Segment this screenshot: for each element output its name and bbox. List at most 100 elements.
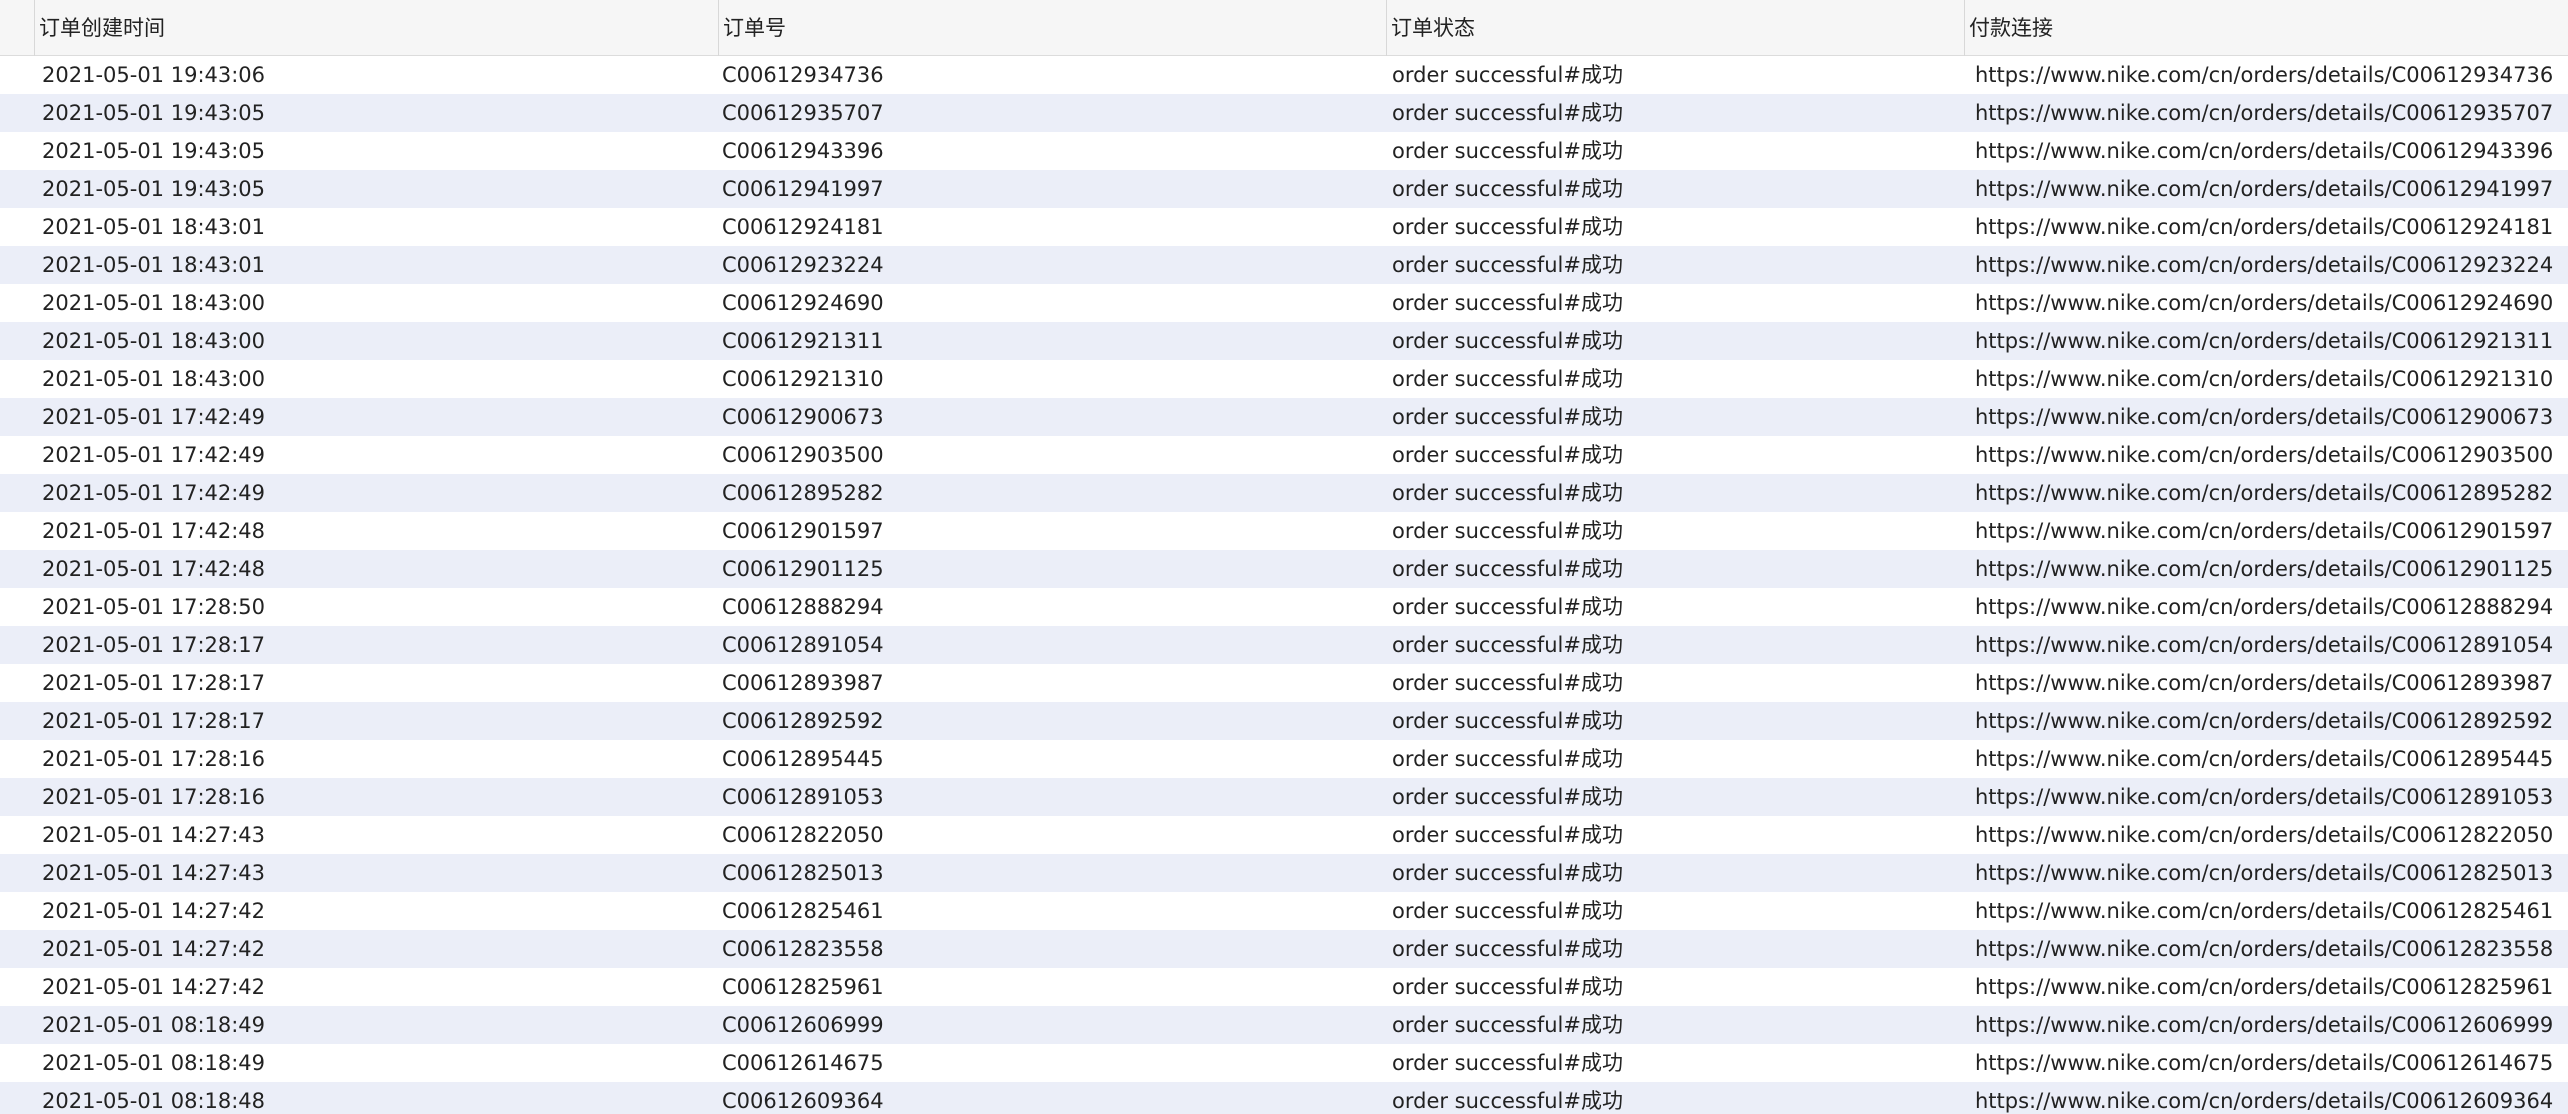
cell-order-number[interactable]: C00612924181 bbox=[722, 208, 1382, 246]
cell-order-number[interactable]: C00612891054 bbox=[722, 626, 1382, 664]
cell-order-status[interactable]: order successful#成功 bbox=[1392, 474, 1962, 512]
cell-created-time[interactable]: 2021-05-01 18:43:00 bbox=[42, 322, 712, 360]
cell-order-number[interactable]: C00612921310 bbox=[722, 360, 1382, 398]
cell-created-time[interactable]: 2021-05-01 14:27:43 bbox=[42, 854, 712, 892]
cell-order-status[interactable]: order successful#成功 bbox=[1392, 398, 1962, 436]
cell-order-status[interactable]: order successful#成功 bbox=[1392, 1006, 1962, 1044]
cell-order-status[interactable]: order successful#成功 bbox=[1392, 284, 1962, 322]
cell-payment-link[interactable]: https://www.nike.com/cn/orders/details/C… bbox=[1975, 550, 2568, 588]
cell-order-number[interactable]: C00612900673 bbox=[722, 398, 1382, 436]
cell-order-status[interactable]: order successful#成功 bbox=[1392, 626, 1962, 664]
table-row[interactable]: 2021-05-01 08:18:49 C00612606999 order suc… bbox=[0, 1006, 2568, 1044]
cell-created-time[interactable]: 2021-05-01 17:28:17 bbox=[42, 626, 712, 664]
cell-created-time[interactable]: 2021-05-01 17:28:50 bbox=[42, 588, 712, 626]
cell-created-time[interactable]: 2021-05-01 17:42:49 bbox=[42, 398, 712, 436]
column-header-payment-link[interactable]: 付款连接 bbox=[1964, 0, 2568, 56]
cell-order-status[interactable]: order successful#成功 bbox=[1392, 778, 1962, 816]
cell-order-number[interactable]: C00612822050 bbox=[722, 816, 1382, 854]
cell-payment-link[interactable]: https://www.nike.com/cn/orders/details/C… bbox=[1975, 208, 2568, 246]
cell-order-number[interactable]: C00612825961 bbox=[722, 968, 1382, 1006]
cell-created-time[interactable]: 2021-05-01 08:18:49 bbox=[42, 1044, 712, 1082]
cell-payment-link[interactable]: https://www.nike.com/cn/orders/details/C… bbox=[1975, 284, 2568, 322]
table-row[interactable]: 2021-05-01 18:43:00 C00612921311 order suc… bbox=[0, 322, 2568, 360]
cell-payment-link[interactable]: https://www.nike.com/cn/orders/details/C… bbox=[1975, 132, 2568, 170]
cell-payment-link[interactable]: https://www.nike.com/cn/orders/details/C… bbox=[1975, 1082, 2568, 1114]
cell-order-number[interactable]: C00612823558 bbox=[722, 930, 1382, 968]
cell-created-time[interactable]: 2021-05-01 17:42:49 bbox=[42, 474, 712, 512]
cell-created-time[interactable]: 2021-05-01 19:43:05 bbox=[42, 132, 712, 170]
cell-created-time[interactable]: 2021-05-01 17:42:49 bbox=[42, 436, 712, 474]
cell-payment-link[interactable]: https://www.nike.com/cn/orders/details/C… bbox=[1975, 968, 2568, 1006]
cell-payment-link[interactable]: https://www.nike.com/cn/orders/details/C… bbox=[1975, 1044, 2568, 1082]
cell-order-status[interactable]: order successful#成功 bbox=[1392, 892, 1962, 930]
column-header-order-status[interactable]: 订单状态 bbox=[1386, 0, 1964, 56]
cell-created-time[interactable]: 2021-05-01 17:28:17 bbox=[42, 664, 712, 702]
cell-order-number[interactable]: C00612614675 bbox=[722, 1044, 1382, 1082]
cell-order-number[interactable]: C00612891053 bbox=[722, 778, 1382, 816]
cell-created-time[interactable]: 2021-05-01 18:43:01 bbox=[42, 208, 712, 246]
cell-created-time[interactable]: 2021-05-01 18:43:00 bbox=[42, 284, 712, 322]
table-row[interactable]: 2021-05-01 17:28:17 C00612892592 order suc… bbox=[0, 702, 2568, 740]
cell-created-time[interactable]: 2021-05-01 17:28:16 bbox=[42, 740, 712, 778]
cell-order-status[interactable]: order successful#成功 bbox=[1392, 322, 1962, 360]
cell-created-time[interactable]: 2021-05-01 14:27:42 bbox=[42, 968, 712, 1006]
cell-order-status[interactable]: order successful#成功 bbox=[1392, 360, 1962, 398]
table-row[interactable]: 2021-05-01 14:27:42 C00612823558 order suc… bbox=[0, 930, 2568, 968]
cell-order-status[interactable]: order successful#成功 bbox=[1392, 436, 1962, 474]
cell-order-status[interactable]: order successful#成功 bbox=[1392, 94, 1962, 132]
cell-order-status[interactable]: order successful#成功 bbox=[1392, 208, 1962, 246]
cell-created-time[interactable]: 2021-05-01 14:27:43 bbox=[42, 816, 712, 854]
cell-payment-link[interactable]: https://www.nike.com/cn/orders/details/C… bbox=[1975, 398, 2568, 436]
cell-order-status[interactable]: order successful#成功 bbox=[1392, 550, 1962, 588]
table-row[interactable]: 2021-05-01 08:18:48 C00612609364 order suc… bbox=[0, 1082, 2568, 1114]
cell-order-number[interactable]: C00612609364 bbox=[722, 1082, 1382, 1114]
cell-created-time[interactable]: 2021-05-01 18:43:01 bbox=[42, 246, 712, 284]
cell-order-status[interactable]: order successful#成功 bbox=[1392, 512, 1962, 550]
cell-created-time[interactable]: 2021-05-01 19:43:05 bbox=[42, 170, 712, 208]
cell-order-status[interactable]: order successful#成功 bbox=[1392, 246, 1962, 284]
cell-payment-link[interactable]: https://www.nike.com/cn/orders/details/C… bbox=[1975, 322, 2568, 360]
cell-payment-link[interactable]: https://www.nike.com/cn/orders/details/C… bbox=[1975, 56, 2568, 94]
cell-order-status[interactable]: order successful#成功 bbox=[1392, 816, 1962, 854]
table-row[interactable]: 2021-05-01 14:27:43 C00612822050 order suc… bbox=[0, 816, 2568, 854]
cell-order-number[interactable]: C00612921311 bbox=[722, 322, 1382, 360]
table-row[interactable]: 2021-05-01 19:43:05 C00612943396 order suc… bbox=[0, 132, 2568, 170]
cell-order-status[interactable]: order successful#成功 bbox=[1392, 968, 1962, 1006]
cell-payment-link[interactable]: https://www.nike.com/cn/orders/details/C… bbox=[1975, 892, 2568, 930]
cell-created-time[interactable]: 2021-05-01 19:43:05 bbox=[42, 94, 712, 132]
cell-payment-link[interactable]: https://www.nike.com/cn/orders/details/C… bbox=[1975, 702, 2568, 740]
cell-order-number[interactable]: C00612606999 bbox=[722, 1006, 1382, 1044]
cell-created-time[interactable]: 2021-05-01 14:27:42 bbox=[42, 892, 712, 930]
table-row[interactable]: 2021-05-01 17:42:49 C00612903500 order suc… bbox=[0, 436, 2568, 474]
cell-created-time[interactable]: 2021-05-01 08:18:48 bbox=[42, 1082, 712, 1114]
cell-created-time[interactable]: 2021-05-01 18:43:00 bbox=[42, 360, 712, 398]
cell-order-number[interactable]: C00612825461 bbox=[722, 892, 1382, 930]
cell-created-time[interactable]: 2021-05-01 17:28:17 bbox=[42, 702, 712, 740]
cell-order-number[interactable]: C00612895282 bbox=[722, 474, 1382, 512]
table-row[interactable]: 2021-05-01 17:42:49 C00612895282 order suc… bbox=[0, 474, 2568, 512]
table-row[interactable]: 2021-05-01 19:43:05 C00612935707 order suc… bbox=[0, 94, 2568, 132]
cell-payment-link[interactable]: https://www.nike.com/cn/orders/details/C… bbox=[1975, 436, 2568, 474]
cell-order-number[interactable]: C00612892592 bbox=[722, 702, 1382, 740]
cell-created-time[interactable]: 2021-05-01 17:42:48 bbox=[42, 512, 712, 550]
cell-created-time[interactable]: 2021-05-01 17:28:16 bbox=[42, 778, 712, 816]
cell-payment-link[interactable]: https://www.nike.com/cn/orders/details/C… bbox=[1975, 360, 2568, 398]
cell-order-number[interactable]: C00612924690 bbox=[722, 284, 1382, 322]
table-row[interactable]: 2021-05-01 18:43:00 C00612924690 order suc… bbox=[0, 284, 2568, 322]
cell-order-number[interactable]: C00612825013 bbox=[722, 854, 1382, 892]
cell-order-number[interactable]: C00612888294 bbox=[722, 588, 1382, 626]
cell-order-number[interactable]: C00612934736 bbox=[722, 56, 1382, 94]
cell-order-status[interactable]: order successful#成功 bbox=[1392, 664, 1962, 702]
table-row[interactable]: 2021-05-01 17:28:50 C00612888294 order suc… bbox=[0, 588, 2568, 626]
table-row[interactable]: 2021-05-01 18:43:01 C00612923224 order suc… bbox=[0, 246, 2568, 284]
cell-order-status[interactable]: order successful#成功 bbox=[1392, 132, 1962, 170]
table-row[interactable]: 2021-05-01 14:27:42 C00612825961 order suc… bbox=[0, 968, 2568, 1006]
table-row[interactable]: 2021-05-01 17:28:16 C00612891053 order suc… bbox=[0, 778, 2568, 816]
cell-created-time[interactable]: 2021-05-01 19:43:06 bbox=[42, 56, 712, 94]
table-row[interactable]: 2021-05-01 08:18:49 C00612614675 order suc… bbox=[0, 1044, 2568, 1082]
cell-order-status[interactable]: order successful#成功 bbox=[1392, 1044, 1962, 1082]
cell-order-number[interactable]: C00612935707 bbox=[722, 94, 1382, 132]
cell-payment-link[interactable]: https://www.nike.com/cn/orders/details/C… bbox=[1975, 1006, 2568, 1044]
column-header-order-number[interactable]: 订单号 bbox=[718, 0, 1386, 56]
cell-created-time[interactable]: 2021-05-01 08:18:49 bbox=[42, 1006, 712, 1044]
